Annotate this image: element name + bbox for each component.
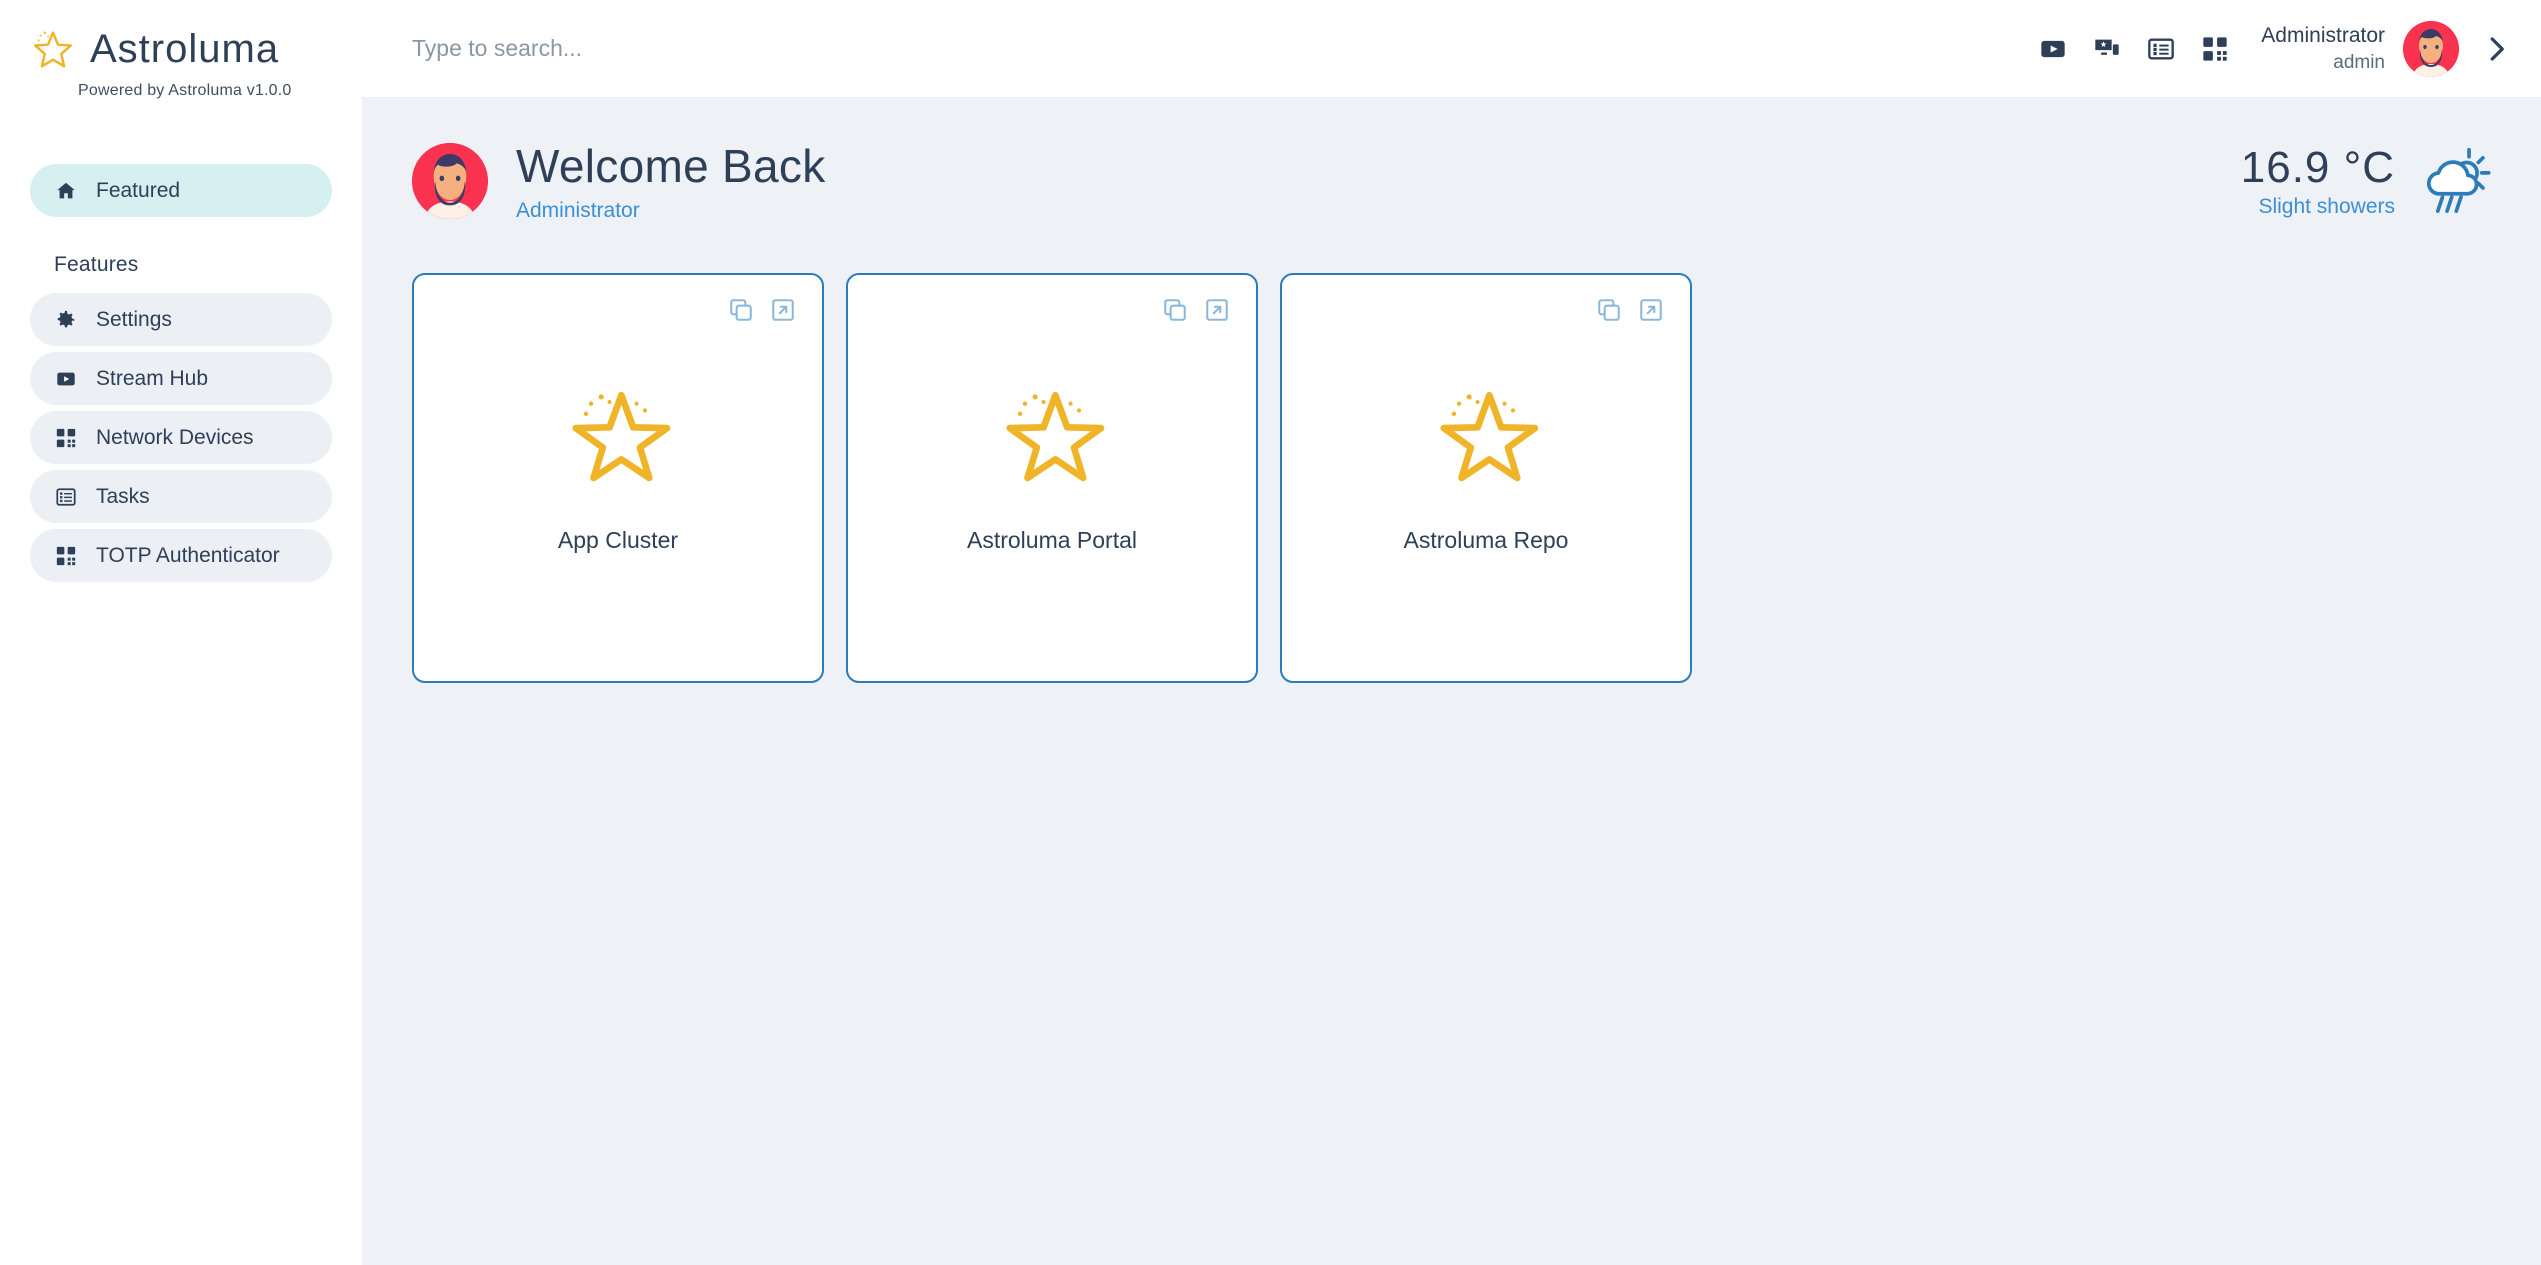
chevron-right-icon[interactable] [2481,34,2511,64]
cards-grid: App Cluster Astroluma Portal Astroluma R… [412,273,2491,683]
app-root: Astroluma Powered by Astroluma v1.0.0 Fe… [0,0,2541,1265]
sun-cloud-rain-icon [2417,144,2491,218]
user-handle: admin [2333,51,2385,73]
sidebar-section-label: Features [54,253,139,276]
topbar: Administrator admin [362,0,2541,97]
user-menu[interactable]: Administrator admin [2261,20,2459,77]
play-icon [54,367,78,391]
home-icon [54,179,78,203]
star-icon [1432,375,1540,483]
qr-code-icon [54,544,78,568]
list-icon [54,485,78,509]
avatar[interactable] [2403,20,2459,77]
weather-text: 16.9 °C Slight showers [2241,143,2395,219]
page-subtitle: Administrator [516,199,640,222]
sidebar-item-label: Network Devices [96,425,254,449]
sidebar: Astroluma Powered by Astroluma v1.0.0 Fe… [0,0,362,1265]
page-title: Welcome Back [516,140,826,192]
star-icon [30,26,76,72]
welcome-block: Welcome Back Administrator [412,139,826,223]
topbar-icons [2037,33,2231,65]
user-text: Administrator admin [2261,22,2385,76]
brand-name: Astroluma [90,26,280,71]
sidebar-nav: Featured Features Settings Stream Hub Ne… [0,164,362,582]
play-icon[interactable] [2037,33,2069,65]
user-name: Administrator [2261,23,2385,47]
external-link-icon[interactable] [1638,297,1664,323]
sidebar-item-label: Tasks [96,484,150,508]
list-icon[interactable] [2145,33,2177,65]
card-label: App Cluster [557,527,679,553]
star-icon [564,375,672,483]
sidebar-item-totp-authenticator[interactable]: TOTP Authenticator [30,529,332,582]
external-link-icon[interactable] [770,297,796,323]
card-label: Astroluma Repo [1403,527,1569,553]
card-astroluma-portal[interactable]: Astroluma Portal [846,273,1258,683]
sidebar-item-label: Settings [96,307,172,331]
card-actions [1162,297,1230,323]
devices-icon[interactable] [2091,33,2123,65]
card-actions [1596,297,1664,323]
sidebar-item-network-devices[interactable]: Network Devices [30,411,332,464]
card-actions [728,297,796,323]
qr-code-icon [54,426,78,450]
brand-tagline: Powered by Astroluma v1.0.0 [78,82,292,99]
sidebar-item-tasks[interactable]: Tasks [30,470,332,523]
sidebar-item-label: TOTP Authenticator [96,543,280,567]
sidebar-item-label: Stream Hub [96,366,209,390]
weather-widget: 16.9 °C Slight showers [2241,143,2491,219]
star-icon [998,375,1106,483]
gear-icon [54,308,78,332]
copy-icon[interactable] [728,297,754,323]
qr-code-icon[interactable] [2199,33,2231,65]
copy-icon[interactable] [1162,297,1188,323]
brand[interactable]: Astroluma Powered by Astroluma v1.0.0 [0,0,362,100]
welcome-row: Welcome Back Administrator 16.9 °C Sligh… [412,139,2491,223]
card-astroluma-repo[interactable]: Astroluma Repo [1280,273,1692,683]
search-input[interactable] [412,35,2038,62]
copy-icon[interactable] [1596,297,1622,323]
main-area: Administrator admin [362,0,2541,1265]
external-link-icon[interactable] [1204,297,1230,323]
sidebar-item-featured[interactable]: Featured [30,164,332,217]
avatar [412,143,488,219]
weather-description: Slight showers [2258,195,2395,218]
sidebar-item-label: Featured [96,178,181,202]
card-app-cluster[interactable]: App Cluster [412,273,824,683]
content: Welcome Back Administrator 16.9 °C Sligh… [362,97,2541,1265]
weather-temperature: 16.9 °C [2240,143,2395,192]
card-label: Astroluma Portal [966,527,1137,553]
sidebar-item-settings[interactable]: Settings [30,293,332,346]
sidebar-item-stream-hub[interactable]: Stream Hub [30,352,332,405]
